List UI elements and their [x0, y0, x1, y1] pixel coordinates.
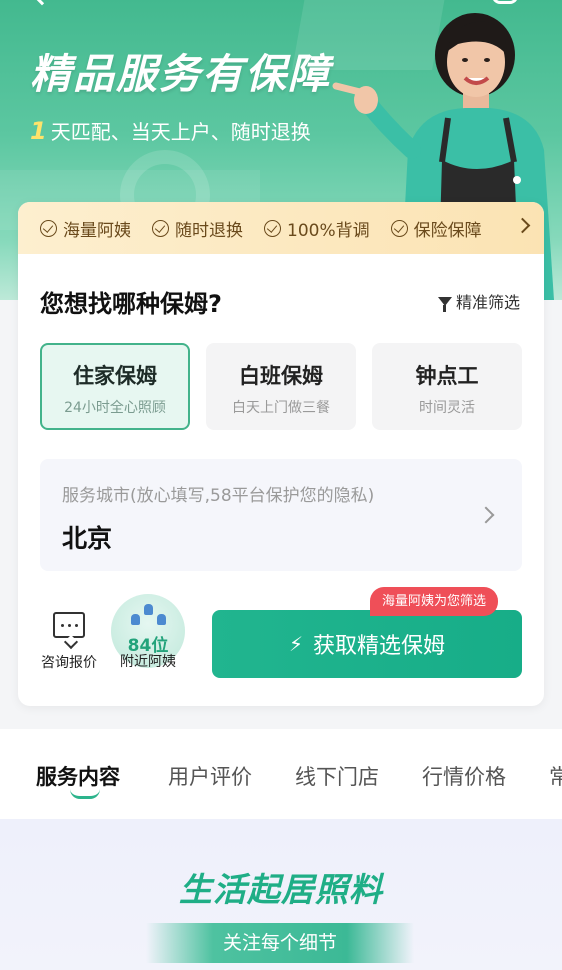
cta-label: 获取精选保姆 — [313, 634, 446, 659]
tab-service-content[interactable]: 服务内容 — [36, 761, 120, 791]
option-day-nanny[interactable]: 白班保姆 白天上门做三餐 — [206, 343, 356, 430]
city-value: 北京 — [62, 524, 113, 553]
content-tabs: 服务内容 用户评价 线下门店 行情价格 常 — [0, 729, 562, 819]
check-circle-icon — [264, 219, 281, 237]
feature-item: 100%背调 — [264, 216, 370, 241]
check-circle-icon — [40, 219, 57, 237]
nearby-aunties[interactable]: 84位 附近阿姨 — [110, 594, 186, 670]
option-desc: 白天上门做三餐 — [232, 400, 330, 416]
city-placeholder: 服务城市(放心填写,58平台保护您的隐私) — [62, 486, 375, 506]
nearby-label: 附近阿姨 — [120, 654, 176, 670]
feature-bar[interactable]: 海量阿姨 随时退换 100%背调 保险保障 — [18, 202, 544, 254]
filter-icon — [437, 296, 452, 312]
option-name: 白班保姆 — [239, 364, 323, 388]
hero-title: 精品服务有保障 — [30, 50, 331, 98]
active-tab-indicator — [70, 789, 100, 799]
feature-item: 保险保障 — [390, 216, 482, 241]
check-circle-icon — [152, 219, 169, 237]
feature-item: 海量阿姨 — [40, 216, 131, 241]
cta-badge: 海量阿姨为您筛选 — [370, 587, 499, 616]
tab-user-reviews[interactable]: 用户评价 — [168, 761, 252, 791]
service-section: 生活起居照料 关注每个细节 — [0, 819, 562, 970]
feature-label: 保险保障 — [413, 220, 482, 241]
section-title: 生活起居照料 — [179, 870, 383, 909]
consult-price-button[interactable]: 咨询报价 — [38, 612, 100, 672]
feature-label: 100%背调 — [287, 220, 370, 241]
carousel-indicator — [513, 176, 521, 184]
lightning-icon: ⚡ — [288, 632, 304, 656]
precise-filter-button[interactable]: 精准筛选 — [437, 289, 520, 313]
get-nanny-button[interactable]: ⚡ 获取精选保姆 — [212, 610, 522, 678]
option-live-in-nanny[interactable]: 住家保姆 24小时全心照顾 — [40, 343, 190, 430]
tab-offline-stores[interactable]: 线下门店 — [295, 761, 379, 791]
filter-label: 精准筛选 — [455, 293, 520, 312]
hero-subtitle-number: 1 — [30, 117, 47, 145]
chevron-right-icon — [477, 506, 495, 524]
option-desc: 时间灵活 — [419, 400, 475, 416]
option-name: 住家保姆 — [73, 364, 157, 388]
back-icon[interactable] — [30, 0, 54, 6]
feature-label: 海量阿姨 — [63, 220, 131, 241]
chat-bubble-icon — [53, 612, 85, 638]
hero-subtitle-text: 天匹配、当天上户、随时退换 — [50, 120, 311, 144]
nanny-search-card: 海量阿姨 随时退换 100%背调 保险保障 您想找哪种保姆? 精准筛选 住家保姆… — [18, 202, 544, 706]
question-title: 您想找哪种保姆? — [40, 290, 222, 318]
option-hourly-worker[interactable]: 钟点工 时间灵活 — [372, 343, 522, 430]
section-subtitle: 关注每个细节 — [146, 923, 414, 963]
consult-label: 咨询报价 — [41, 655, 97, 671]
feature-label: 随时退换 — [175, 220, 243, 241]
feature-item: 随时退换 — [152, 216, 243, 241]
tab-more[interactable]: 常 — [549, 761, 562, 791]
tab-market-price[interactable]: 行情价格 — [422, 761, 506, 791]
option-desc: 24小时全心照顾 — [64, 400, 166, 416]
option-name: 钟点工 — [415, 364, 479, 388]
check-circle-icon — [390, 219, 408, 237]
hero-subtitle: 1 天匹配、当天上户、随时退换 — [30, 116, 311, 145]
service-city-field[interactable]: 服务城市(放心填写,58平台保护您的隐私) 北京 — [40, 459, 522, 571]
